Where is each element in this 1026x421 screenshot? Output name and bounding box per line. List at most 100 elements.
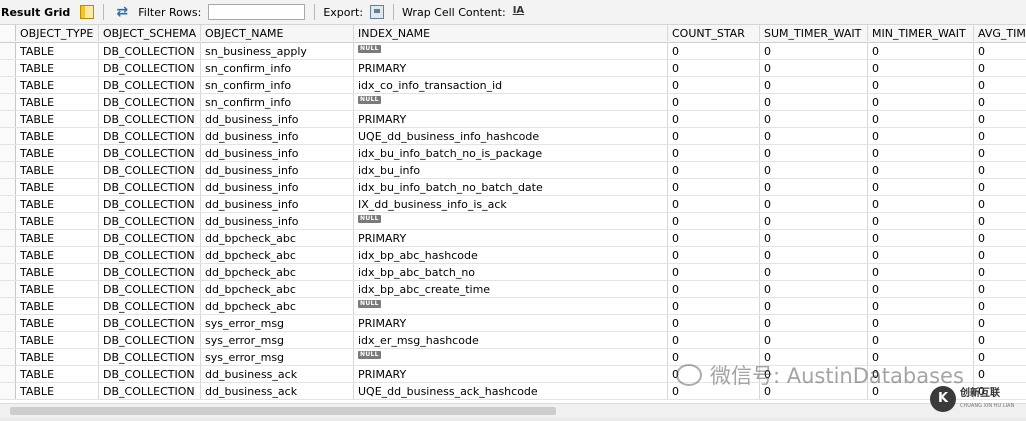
table-cell[interactable]: 0 — [668, 281, 760, 297]
table-cell[interactable]: TABLE — [16, 366, 99, 382]
table-cell[interactable]: 0 — [668, 128, 760, 144]
table-cell[interactable]: idx_bp_abc_hashcode — [354, 247, 668, 263]
column-header[interactable]: AVG_TIM — [974, 25, 1026, 41]
table-row[interactable]: TABLE DB_COLLECTION dd_bpcheck_abc idx_bp_a… — [0, 264, 1026, 281]
table-cell[interactable]: 0 — [974, 60, 1026, 76]
table-cell[interactable]: idx_bu_info_batch_no_is_package — [354, 145, 668, 161]
table-cell[interactable]: 0 — [868, 196, 974, 212]
row-header[interactable] — [0, 43, 16, 59]
table-cell[interactable]: DB_COLLECTION — [99, 77, 201, 93]
table-cell[interactable]: 0 — [760, 128, 868, 144]
row-header[interactable] — [0, 281, 16, 297]
row-header[interactable] — [0, 366, 16, 382]
table-cell[interactable]: dd_business_ack — [201, 383, 354, 399]
table-cell[interactable]: 0 — [760, 145, 868, 161]
table-cell[interactable]: 0 — [668, 179, 760, 195]
table-cell[interactable]: 0 — [974, 213, 1026, 229]
table-cell[interactable]: dd_business_info — [201, 179, 354, 195]
table-row[interactable]: TABLE DB_COLLECTION dd_business_info PRIMAR… — [0, 111, 1026, 128]
table-cell[interactable]: 0 — [760, 298, 868, 314]
table-cell[interactable]: DB_COLLECTION — [99, 213, 201, 229]
table-cell[interactable]: DB_COLLECTION — [99, 111, 201, 127]
table-cell[interactable]: idx_bp_abc_create_time — [354, 281, 668, 297]
table-cell[interactable]: DB_COLLECTION — [99, 264, 201, 280]
table-cell[interactable]: sn_confirm_info — [201, 60, 354, 76]
table-cell[interactable]: TABLE — [16, 281, 99, 297]
table-cell[interactable]: sn_business_apply — [201, 43, 354, 59]
table-cell[interactable]: 0 — [868, 332, 974, 348]
table-row[interactable]: TABLE DB_COLLECTION dd_bpcheck_abc idx_bp_a… — [0, 281, 1026, 298]
table-cell[interactable]: 0 — [668, 94, 760, 110]
table-cell[interactable]: DB_COLLECTION — [99, 128, 201, 144]
table-cell[interactable]: dd_business_info — [201, 128, 354, 144]
table-cell[interactable]: TABLE — [16, 145, 99, 161]
table-cell[interactable]: dd_bpcheck_abc — [201, 247, 354, 263]
table-cell[interactable]: TABLE — [16, 349, 99, 365]
row-header[interactable] — [0, 332, 16, 348]
table-cell[interactable]: 0 — [668, 162, 760, 178]
table-cell[interactable]: 0 — [974, 315, 1026, 331]
table-cell[interactable]: PRIMARY — [354, 366, 668, 382]
filter-rows-input[interactable] — [208, 4, 306, 20]
table-row[interactable]: TABLE DB_COLLECTION dd_bpcheck_abc idx_bp_a… — [0, 247, 1026, 264]
table-cell[interactable]: 0 — [668, 264, 760, 280]
table-cell[interactable]: 0 — [668, 43, 760, 59]
table-cell[interactable]: idx_bu_info — [354, 162, 668, 178]
table-cell[interactable]: 0 — [974, 162, 1026, 178]
column-header[interactable]: MIN_TIMER_WAIT — [868, 25, 974, 41]
table-cell[interactable]: IX_dd_business_info_is_ack — [354, 196, 668, 212]
table-cell[interactable]: sn_confirm_info — [201, 77, 354, 93]
table-cell[interactable]: 0 — [974, 298, 1026, 314]
table-cell[interactable]: 0 — [668, 196, 760, 212]
table-cell[interactable]: 0 — [760, 196, 868, 212]
row-header[interactable] — [0, 94, 16, 110]
table-cell[interactable]: NULL — [354, 349, 668, 365]
table-cell[interactable]: 0 — [760, 281, 868, 297]
table-row[interactable]: TABLE DB_COLLECTION dd_business_info idx_bu… — [0, 145, 1026, 162]
table-cell[interactable]: TABLE — [16, 315, 99, 331]
table-cell[interactable]: 0 — [868, 145, 974, 161]
row-header[interactable] — [0, 77, 16, 93]
table-row[interactable]: TABLE DB_COLLECTION sn_confirm_info idx_co_… — [0, 77, 1026, 94]
table-row[interactable]: TABLE DB_COLLECTION sn_confirm_info PRIMARY… — [0, 60, 1026, 77]
table-cell[interactable]: 0 — [668, 298, 760, 314]
column-header[interactable]: COUNT_STAR — [668, 25, 760, 41]
table-cell[interactable]: 0 — [868, 111, 974, 127]
table-cell[interactable]: TABLE — [16, 179, 99, 195]
table-cell[interactable]: 0 — [760, 162, 868, 178]
table-row[interactable]: TABLE DB_COLLECTION dd_business_info UQE_dd… — [0, 128, 1026, 145]
table-cell[interactable]: sn_confirm_info — [201, 94, 354, 110]
table-cell[interactable]: TABLE — [16, 298, 99, 314]
table-cell[interactable]: idx_bp_abc_batch_no — [354, 264, 668, 280]
table-cell[interactable]: 0 — [760, 332, 868, 348]
table-row[interactable]: TABLE DB_COLLECTION dd_business_info NULL 0 0… — [0, 213, 1026, 230]
table-cell[interactable]: 0 — [760, 60, 868, 76]
row-header[interactable] — [0, 315, 16, 331]
row-header[interactable] — [0, 196, 16, 212]
table-cell[interactable]: TABLE — [16, 111, 99, 127]
table-cell[interactable]: UQE_dd_business_ack_hashcode — [354, 383, 668, 399]
table-cell[interactable]: 0 — [760, 179, 868, 195]
table-cell[interactable]: NULL — [354, 298, 668, 314]
table-cell[interactable]: 0 — [974, 230, 1026, 246]
row-header[interactable] — [0, 264, 16, 280]
table-cell[interactable]: 0 — [974, 179, 1026, 195]
table-cell[interactable]: sys_error_msg — [201, 332, 354, 348]
row-header[interactable] — [0, 145, 16, 161]
table-cell[interactable]: dd_business_info — [201, 162, 354, 178]
table-cell[interactable]: DB_COLLECTION — [99, 60, 201, 76]
table-cell[interactable]: 0 — [868, 298, 974, 314]
table-cell[interactable]: DB_COLLECTION — [99, 247, 201, 263]
table-cell[interactable]: 0 — [868, 247, 974, 263]
table-row[interactable]: TABLE DB_COLLECTION dd_business_info idx_bu… — [0, 179, 1026, 196]
table-cell[interactable]: PRIMARY — [354, 111, 668, 127]
table-cell[interactable]: 0 — [668, 111, 760, 127]
column-header[interactable]: INDEX_NAME — [354, 25, 668, 41]
table-cell[interactable]: DB_COLLECTION — [99, 94, 201, 110]
table-row[interactable]: TABLE DB_COLLECTION dd_bpcheck_abc PRIMARY 0… — [0, 230, 1026, 247]
row-header[interactable] — [0, 230, 16, 246]
table-cell[interactable]: TABLE — [16, 162, 99, 178]
table-cell[interactable]: 0 — [668, 247, 760, 263]
row-header[interactable] — [0, 162, 16, 178]
table-cell[interactable]: 0 — [974, 366, 1026, 382]
